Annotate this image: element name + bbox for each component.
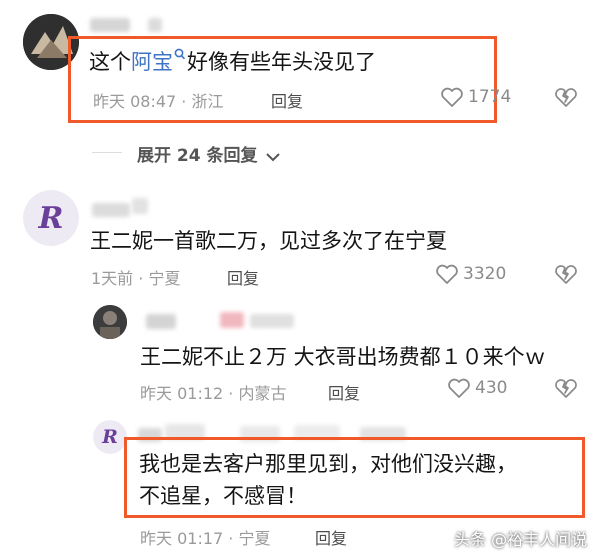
comment-text: 这个阿宝 好像有些年头没见了 <box>89 46 376 76</box>
username-blurred <box>132 198 148 214</box>
username-blurred <box>146 314 176 329</box>
like-count: 430 <box>475 378 508 398</box>
username-blurred <box>220 312 244 328</box>
like-button[interactable]: 3320 <box>435 263 535 287</box>
broken-heart-icon <box>555 379 577 398</box>
heart-icon <box>448 378 470 398</box>
chevron-down-icon <box>265 152 280 161</box>
heart-icon <box>436 264 458 284</box>
like-count: 1774 <box>468 87 512 107</box>
comment-text: 王二妮一首歌二万，见过多次了在宁夏 <box>90 229 447 253</box>
watermark: 头条 @裕丰人间说 <box>454 530 588 549</box>
username-blurred <box>148 18 162 32</box>
keyword-link[interactable]: 阿宝 <box>131 50 173 74</box>
like-button[interactable]: 1774 <box>440 86 530 110</box>
avatar-image <box>93 305 127 339</box>
comment-time: 1天前 · 宁夏 <box>91 269 181 288</box>
broken-heart-icon <box>555 265 577 284</box>
dislike-button[interactable] <box>554 377 578 399</box>
reply-time: 昨天 01:12 · 内蒙古 <box>140 384 287 403</box>
username-blurred <box>250 314 294 328</box>
reply-text: 王二妮不止２万 大衣哥出场费都１０来个ｗ <box>140 345 546 369</box>
dislike-button[interactable] <box>554 263 578 285</box>
heart-icon <box>441 87 463 107</box>
expand-replies-label: 展开 24 条回复 <box>137 146 258 166</box>
dislike-button[interactable] <box>554 86 578 108</box>
avatar[interactable]: R <box>93 420 127 454</box>
reply-text-line1: 我也是去客户那里见到，对他们没兴趣， <box>139 452 517 476</box>
reply-button[interactable]: 回复 <box>315 525 347 549</box>
reply-button[interactable]: 回复 <box>328 380 360 404</box>
reply-button[interactable]: 回复 <box>271 88 303 112</box>
divider-line <box>92 152 122 153</box>
username-blurred <box>90 18 130 32</box>
like-count: 3320 <box>463 264 507 284</box>
reply-time: 昨天 01:17 · 宁夏 <box>140 529 271 548</box>
avatar[interactable] <box>93 305 127 339</box>
broken-heart-icon <box>555 88 577 107</box>
search-icon <box>173 46 187 66</box>
like-button[interactable]: 430 <box>447 377 537 401</box>
comment-time: 昨天 08:47 · 浙江 <box>93 92 224 111</box>
username-blurred <box>92 203 130 217</box>
avatar[interactable]: R <box>23 190 79 246</box>
expand-replies-button[interactable]: 展开 24 条回复 <box>137 141 281 166</box>
reply-text-line2: 不追星，不感冒！ <box>139 484 307 508</box>
reply-button[interactable]: 回复 <box>227 265 259 289</box>
